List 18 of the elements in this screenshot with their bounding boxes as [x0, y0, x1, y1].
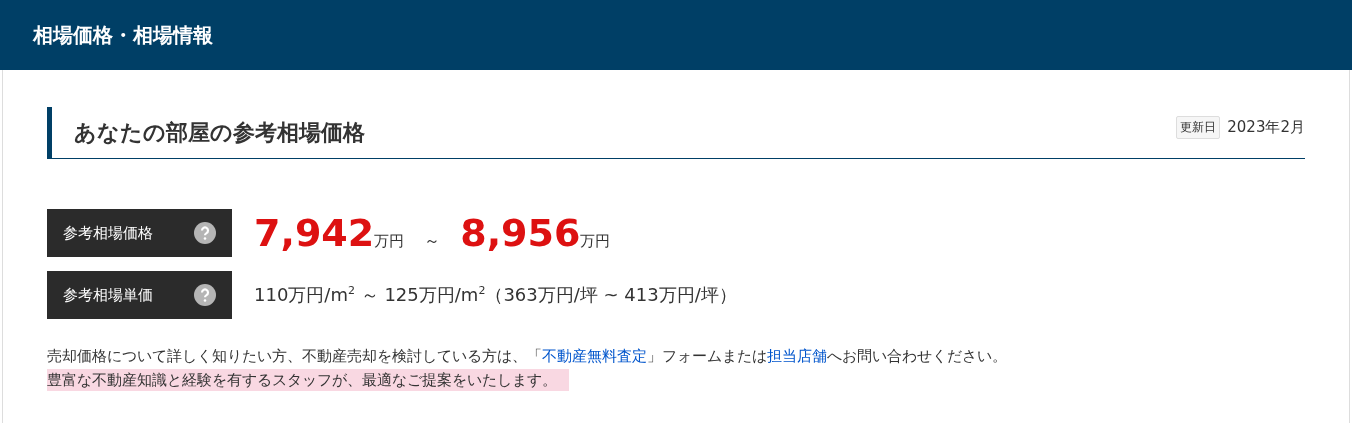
- help-icon[interactable]: [194, 284, 216, 306]
- updated-date: 2023年2月: [1227, 118, 1305, 137]
- highlighted-text: 豊富な不動産知識と経験を有するスタッフが、最適なご提案をいたします。: [47, 369, 569, 391]
- info-paragraph: 売却価格について詳しく知りたい方、不動産売却を検討している方は、「不動産無料査定」フォームまたは担当店舗へお問い合わせください。: [47, 346, 1008, 367]
- section-title: あなたの部屋の参考相場価格: [74, 118, 365, 147]
- text-link[interactable]: 不動産無料査定: [542, 347, 647, 365]
- label-text: 参考相場価格: [63, 223, 153, 243]
- price-low: 7,942: [254, 211, 375, 255]
- updated-tag: 更新日: [1176, 116, 1221, 139]
- unit-text: 万円: [580, 232, 611, 250]
- unit-text: 万円: [374, 232, 405, 251]
- unit-price-text: 110万円/m$^{2}$ ～ 125万円/m$^{2}$（363万円/坪 ~ 413万円/坪）: [254, 283, 737, 307]
- label-text: 参考相場単価: [63, 285, 153, 305]
- text-link[interactable]: 担当店舗: [767, 347, 827, 365]
- help-icon[interactable]: [194, 222, 216, 244]
- price-high: 8,956: [460, 211, 581, 255]
- range-separator: ～: [424, 231, 441, 252]
- header-title: 相場価格・相場情報: [33, 21, 213, 49]
